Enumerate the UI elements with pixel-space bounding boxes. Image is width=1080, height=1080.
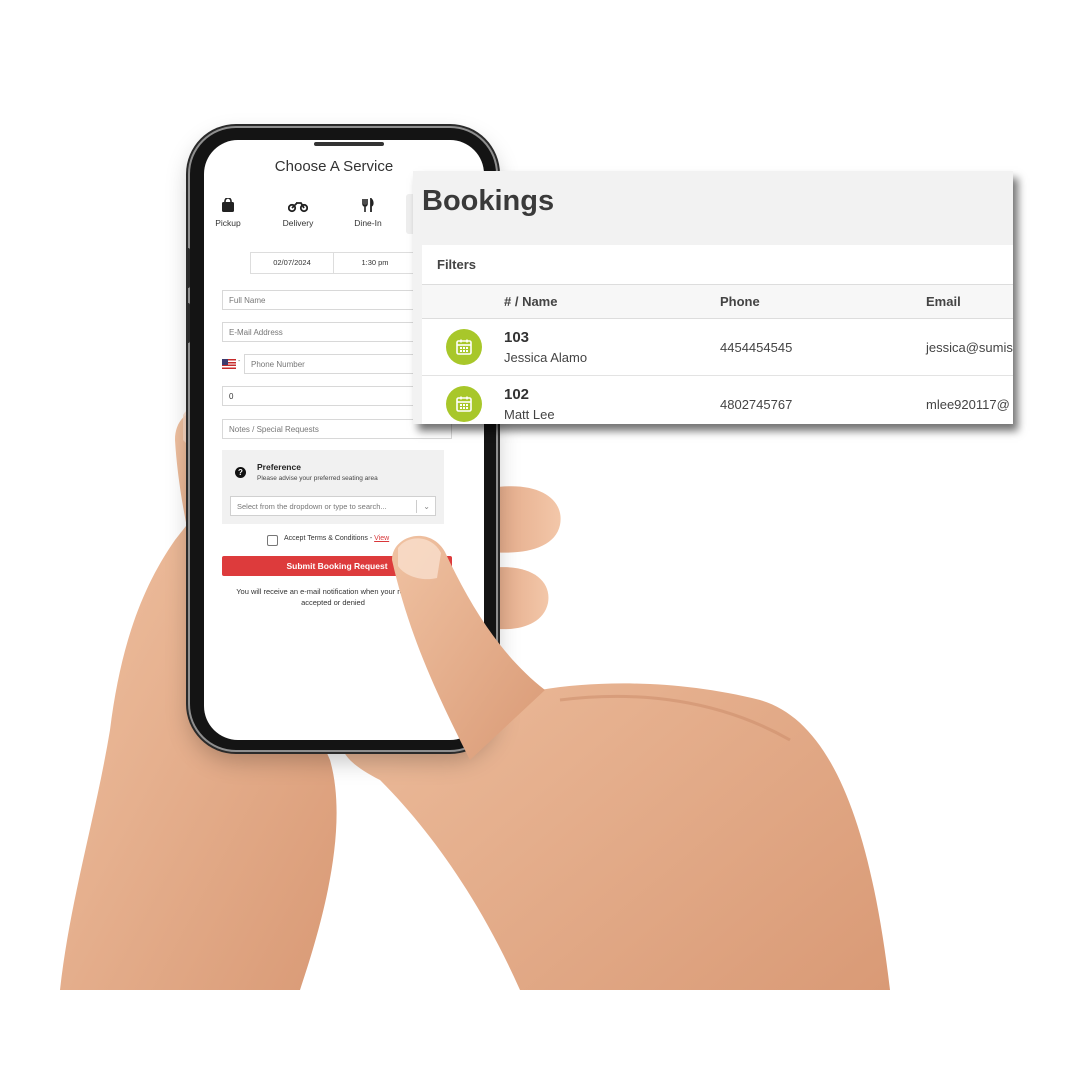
terms-checkbox[interactable] (267, 535, 278, 546)
booking-name: Matt Lee (504, 407, 555, 422)
submit-booking-button[interactable]: Submit Booking Request (222, 556, 452, 576)
chevron-down-icon[interactable]: ⌄ (423, 497, 430, 517)
service-delivery-label: Delivery (282, 218, 314, 228)
service-dine-in-label: Dine-In (354, 218, 382, 228)
bookings-table-card: Filters # / Name Phone Email 103 Jessica… (422, 245, 1013, 424)
calendar-icon (446, 329, 482, 365)
terms-view-link[interactable]: View (374, 535, 389, 542)
bookings-title: Bookings (422, 185, 555, 217)
service-dine-in[interactable]: Dine-In (338, 198, 398, 228)
volume-down-button (186, 303, 190, 343)
table-header: # / Name Phone Email (422, 285, 1013, 319)
preference-select[interactable]: Select from the dropdown or type to sear… (230, 496, 436, 516)
utensils-icon (362, 198, 374, 212)
time-field[interactable]: 1:30 pm (333, 252, 417, 274)
terms-text: Accept Terms & Conditions - View (284, 535, 389, 542)
notification-note: You will receive an e-mail notification … (236, 587, 430, 607)
hands-illustration (60, 406, 891, 990)
booking-email: mlee920117@ (926, 397, 1010, 412)
booking-phone: 4454454545 (720, 340, 793, 355)
volume-up-button (186, 248, 190, 288)
us-flag-icon[interactable] (222, 359, 236, 369)
bookings-panel: Bookings Filters # / Name Phone Email 10… (413, 171, 1013, 424)
shopping-bag-icon (222, 198, 234, 212)
calendar-icon (446, 386, 482, 422)
select-divider (416, 500, 417, 513)
service-pickup[interactable]: Pickup (204, 198, 258, 228)
preference-subtitle: Please advise your preferred seating are… (257, 475, 378, 482)
service-delivery[interactable]: Delivery (268, 198, 328, 228)
column-header-email[interactable]: Email (926, 294, 961, 309)
preference-select-placeholder: Select from the dropdown or type to sear… (237, 502, 387, 511)
column-header-name[interactable]: # / Name (504, 294, 557, 309)
terms-label: Accept Terms & Conditions - (284, 535, 375, 542)
filters-label[interactable]: Filters (437, 257, 476, 272)
column-header-phone[interactable]: Phone (720, 294, 760, 309)
table-row[interactable]: 102 Matt Lee 4802745767 mlee920117@ (422, 376, 1013, 424)
preference-title: Preference (257, 462, 301, 472)
filters-row[interactable]: Filters (422, 245, 1013, 285)
booking-phone: 4802745767 (720, 397, 793, 412)
motorcycle-icon (288, 202, 308, 213)
booking-number: 103 (504, 329, 530, 346)
booking-name: Jessica Alamo (504, 350, 588, 365)
question-circle-icon: ? (235, 467, 246, 478)
country-dropdown-caret[interactable]: - (238, 358, 240, 365)
service-pickup-label: Pickup (215, 218, 241, 228)
booking-number: 102 (504, 386, 530, 403)
booking-email: jessica@sumis (926, 340, 1013, 355)
table-row[interactable]: 103 Jessica Alamo 4454454545 jessica@sum… (422, 319, 1013, 376)
date-field[interactable]: 02/07/2024 (250, 252, 334, 274)
speaker-notch (314, 142, 384, 146)
